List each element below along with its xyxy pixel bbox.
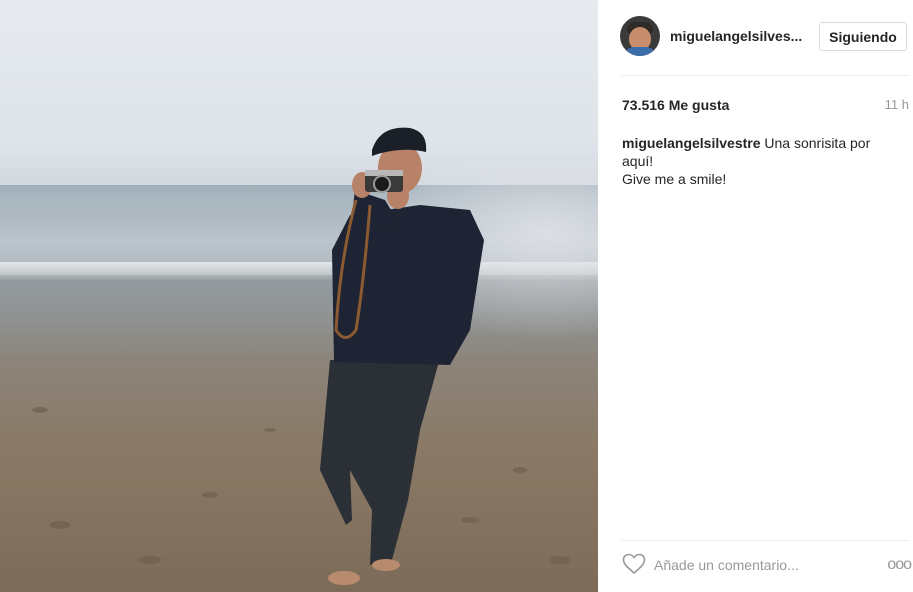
heart-outline-icon[interactable]	[622, 553, 646, 575]
avatar[interactable]	[620, 16, 660, 56]
header-divider	[620, 75, 910, 76]
caption-text-line2: aquí!	[622, 153, 654, 169]
comment-input[interactable]	[654, 554, 854, 576]
following-button[interactable]: Siguiendo	[819, 22, 907, 51]
post-username[interactable]: miguelangelsilves...	[670, 28, 802, 44]
post-time[interactable]: 11 h	[885, 97, 909, 112]
caption-text-line1: Una sonrisita por	[764, 135, 871, 151]
post-side-panel: miguelangelsilves... Siguiendo 73.516 Me…	[598, 0, 913, 592]
caption-text-line3: Give me a smile!	[622, 171, 727, 187]
likes-count[interactable]: 73.516 Me gusta	[622, 97, 729, 113]
photo-figure	[32, 127, 570, 585]
avatar-shirt	[624, 47, 656, 56]
post-caption: miguelangelsilvestre Una sonrisita por a…	[622, 134, 892, 188]
footer-divider	[620, 540, 910, 541]
more-options-icon[interactable]: ooo	[887, 556, 912, 574]
post-photo[interactable]	[0, 0, 598, 592]
caption-username[interactable]: miguelangelsilvestre	[622, 135, 761, 151]
